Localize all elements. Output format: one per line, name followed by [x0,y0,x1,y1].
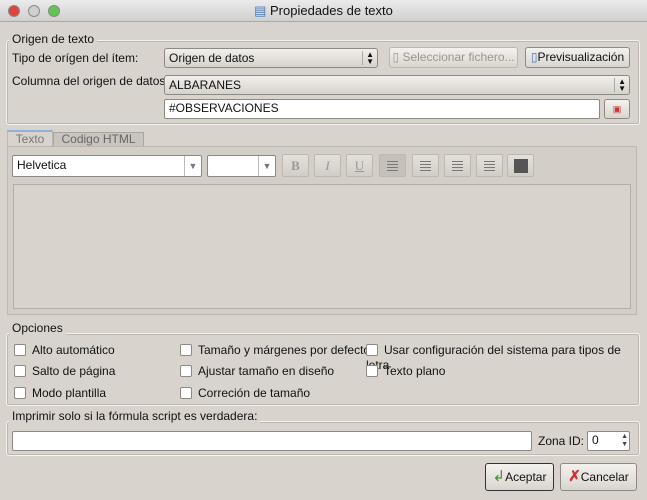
cancel-button[interactable]: ✗Cancelar [560,463,637,491]
option-label: Modo plantilla [32,385,107,400]
align-center-button[interactable] [412,154,439,177]
option-label: Alto automático [32,342,115,357]
preview-button[interactable]: ▯Previsualización [525,47,630,68]
minimize-button[interactable] [28,5,40,17]
type-label: Tipo de orígen del ítem: [12,51,139,65]
spinner-arrows-icon: ▲ ▼ [621,433,628,448]
zone-spinner[interactable]: 0 ▲ ▼ [587,431,630,451]
option-checkbox[interactable]: Tamaño y márgenes por defecto [180,342,370,357]
print-group-label: Imprimir solo si la fórmula script es ve… [9,409,261,423]
align-left-button[interactable] [379,154,406,177]
option-label: Tamaño y márgenes por defecto [198,342,371,357]
option-label: Correción de tamaño [198,385,311,400]
zone-label: Zona ID: [538,434,585,448]
zoom-button[interactable] [48,5,60,17]
checkbox[interactable] [180,343,192,356]
column-combo[interactable]: ALBARANES ▲ ▼ [164,75,630,95]
checkbox[interactable] [180,386,192,399]
file-icon: ▯ [392,50,400,64]
option-checkbox[interactable]: Correción de tamaño [180,385,310,400]
color-swatch-icon [513,159,528,173]
field-input[interactable]: #OBSERVACIONES [164,99,600,119]
option-label: Ajustar tamaño en diseño [198,363,335,378]
justify-button[interactable] [476,154,503,177]
type-value: Origen de datos [169,51,255,65]
color-button[interactable] [507,154,534,177]
checkbox[interactable] [14,364,26,377]
underline-button[interactable]: U [346,154,373,177]
option-checkbox[interactable]: Salto de página [14,363,115,378]
align-center-icon [420,161,431,171]
enter-arrow-icon: ↲ [492,468,506,485]
tab-codigo-html[interactable]: Codigo HTML [53,132,144,147]
checkbox[interactable] [366,343,378,356]
window-title: Propiedades de texto [270,3,393,18]
chevron-down-icon: ▼ [184,156,201,176]
option-checkbox[interactable]: Alto automático [14,342,115,357]
type-combo[interactable]: Origen de datos ▲ ▼ [164,48,378,68]
checkbox[interactable] [14,386,26,399]
option-checkbox[interactable]: Modo plantilla [14,385,106,400]
align-right-icon [452,161,463,171]
formula-input[interactable] [12,431,532,451]
accept-button[interactable]: ↲Aceptar [485,463,554,491]
chevron-down-icon: ▼ [258,156,275,176]
origin-group-label: Origen de texto [9,32,98,46]
expression-button[interactable]: ▣ [604,99,630,119]
updown-icon: ▲ ▼ [614,78,626,93]
option-label: Salto de página [32,363,116,378]
align-right-button[interactable] [444,154,471,177]
font-combo[interactable]: Helvetica ▼ [12,155,202,177]
text-editor[interactable] [13,184,631,309]
updown-icon: ▲ ▼ [362,51,374,66]
checkbox[interactable] [180,364,192,377]
x-icon: ✗ [568,468,581,485]
italic-button[interactable]: I [314,154,341,177]
title-bar: ▤ Propiedades de texto [0,0,647,22]
expression-icon: ▣ [612,104,622,114]
document-icon: ▤ [254,3,267,18]
tab-texto[interactable]: Texto [7,130,53,147]
column-value: ALBARANES [169,78,242,92]
option-checkbox[interactable]: Texto plano [366,363,445,378]
option-checkbox[interactable]: Ajustar tamaño en diseño [180,363,334,378]
size-combo[interactable]: ▼ [207,155,276,177]
option-label: Texto plano [384,363,446,378]
checkbox[interactable] [366,364,378,377]
options-group-label: Opciones [9,321,66,335]
column-label: Columna del origen de datos: [12,74,169,88]
checkbox[interactable] [14,343,26,356]
justify-icon [484,161,495,171]
select-file-button[interactable]: ▯ Seleccionar fichero... [389,47,518,68]
bold-button[interactable]: B [282,154,309,177]
align-left-icon [387,161,398,171]
close-button[interactable] [8,5,20,17]
